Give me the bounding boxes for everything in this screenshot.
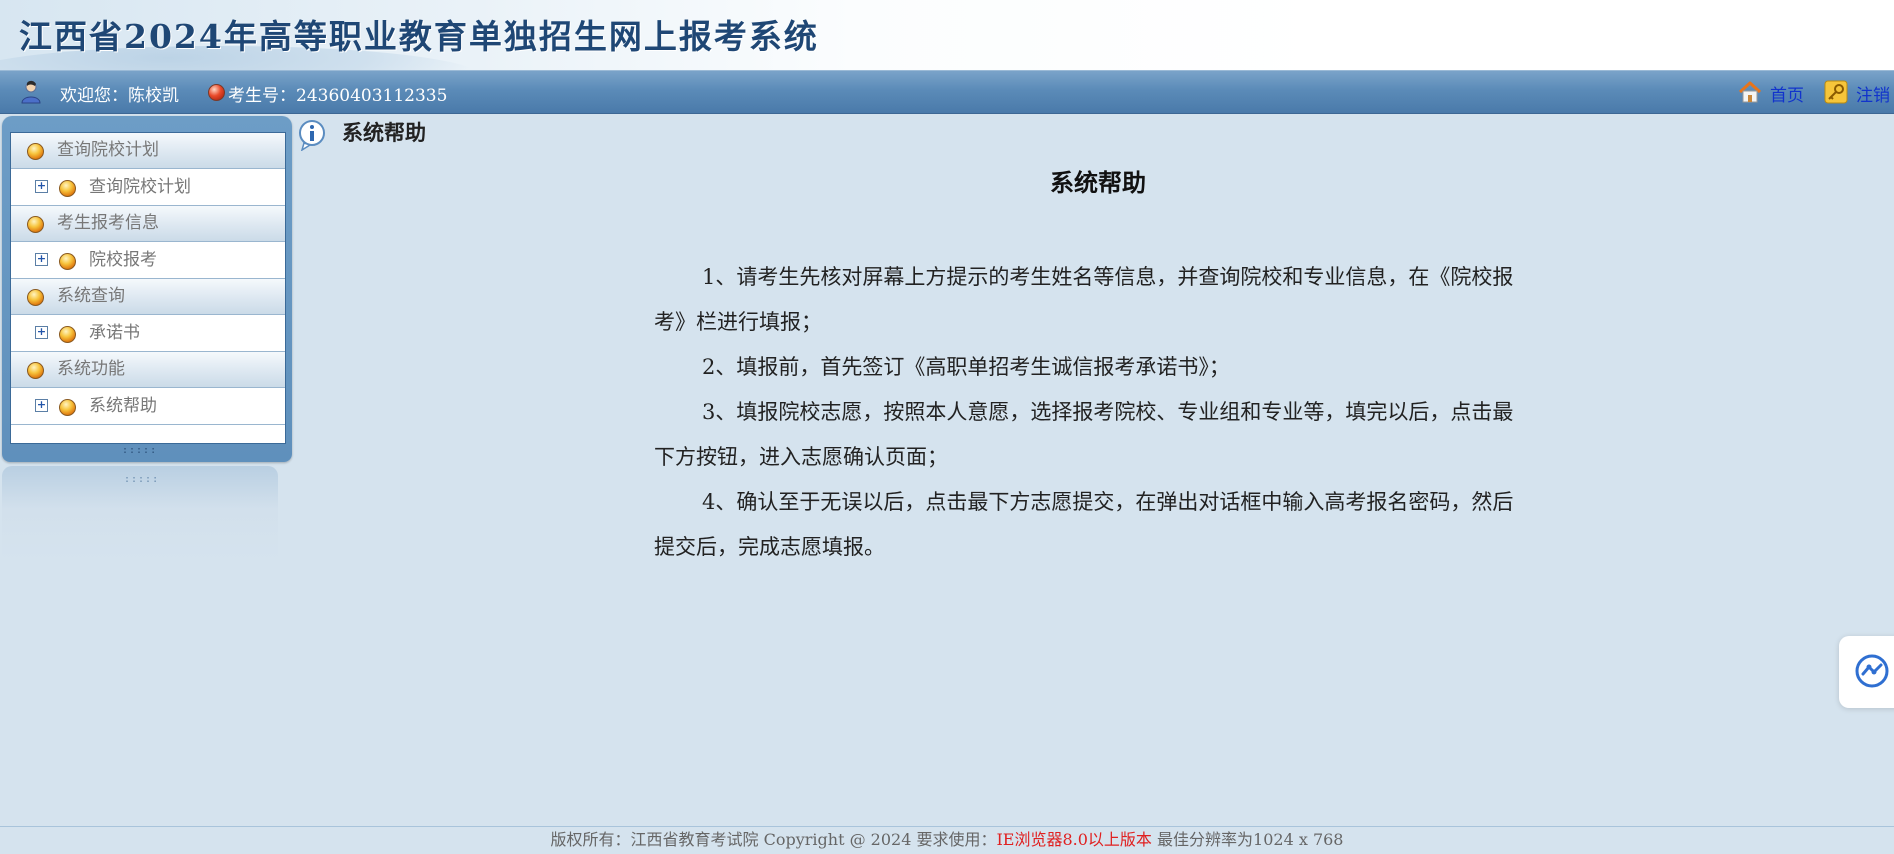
orb-bullet-icon [27,289,44,306]
expand-plus-icon[interactable]: + [35,399,48,412]
sidebar-item-label: 承诺书 [89,323,140,343]
orb-bullet-icon [27,216,44,233]
help-content: 1、请考生先核对屏幕上方提示的考生姓名等信息，并查询院校和专业信息，在《院校报考… [654,255,1534,570]
orb-bullet-icon [27,362,44,379]
footer-resolution: 最佳分辨率为1024 x 768 [1151,830,1344,849]
sidebar-resize-grip[interactable]: ::::: [122,446,156,456]
orb-bullet-icon [59,180,76,197]
logout-key-icon[interactable] [1824,80,1848,104]
welcome-text: 欢迎您：陈校凯 [60,86,179,106]
home-link[interactable]: 首页 [1770,81,1804,106]
orb-bullet-icon [27,143,44,160]
sidebar-menu: 查询院校计划 + 查询院校计划 考生报考信息 + 院校报考 系统查询 + 承诺书 [10,132,286,444]
menu-group-system-functions[interactable]: 系统功能 [11,352,285,388]
footer-browser-requirement: IE浏览器8.0以上版本 [996,830,1152,849]
footer-copyright: 版权所有：江西省教育考试院 Copyright @ 2024 要求使用： [550,830,997,849]
menu-group-applicant-info[interactable]: 考生报考信息 [11,206,285,242]
menu-group-label: 系统功能 [57,359,125,379]
exam-id-icon [208,84,225,101]
section-title: 系统帮助 [342,120,426,145]
sidebar-panel: 查询院校计划 + 查询院校计划 考生报考信息 + 院校报考 系统查询 + 承诺书 [2,116,292,462]
sidebar-item-query-plan[interactable]: + 查询院校计划 [11,169,285,206]
expand-plus-icon[interactable]: + [35,253,48,266]
sidebar-item-school-application[interactable]: + 院校报考 [11,242,285,279]
info-help-icon [299,120,325,151]
logout-link[interactable]: 注销 [1856,81,1890,106]
sidebar-item-pledge[interactable]: + 承诺书 [11,315,285,352]
reflection-grip: ::::: [124,474,160,485]
help-paragraph: 1、请考生先核对屏幕上方提示的考生姓名等信息，并查询院校和专业信息，在《院校报考… [654,265,1514,334]
home-icon[interactable] [1738,80,1762,104]
menu-group-label: 查询院校计划 [57,140,159,160]
user-icon [21,80,41,104]
footer: 版权所有：江西省教育考试院 Copyright @ 2024 要求使用：IE浏览… [0,826,1894,854]
orb-bullet-icon [59,253,76,270]
sidebar-reflection: ::::: [2,466,278,562]
expand-plus-icon[interactable]: + [35,180,48,193]
menu-group-label: 考生报考信息 [57,213,159,233]
assistant-float-button[interactable] [1839,636,1894,708]
exam-number: 考生号：24360403112335 [228,86,448,106]
menu-group-label: 系统查询 [57,286,125,306]
orb-bullet-icon [59,399,76,416]
sidebar-item-label: 系统帮助 [89,396,157,416]
help-paragraph: 2、填报前，首先签订《高职单招考生诚信报考承诺书》； [702,355,1230,379]
menu-group-query-plan[interactable]: 查询院校计划 [11,133,285,169]
expand-plus-icon[interactable]: + [35,326,48,339]
sidebar-item-system-help[interactable]: + 系统帮助 [11,388,285,425]
help-paragraph: 3、填报院校志愿，按照本人意愿，选择报考院校、专业组和专业等，填完以后，点击最下… [654,400,1514,469]
help-paragraph: 4、确认至于无误以后，点击最下方志愿提交，在弹出对话框中输入高考报名密码，然后提… [654,490,1514,559]
sidebar-item-label: 院校报考 [89,250,157,270]
orb-bullet-icon [59,326,76,343]
user-info-bar: 欢迎您：陈校凯 考生号：24360403112335 首页 注销 [0,70,1894,114]
system-title: 江西省2024年高等职业教育单独招生网上报考系统 [19,17,819,56]
sidebar-item-label: 查询院校计划 [89,177,191,197]
assistant-float-icon [1855,654,1889,688]
document-title: 系统帮助 [1050,168,1146,197]
menu-group-system-query[interactable]: 系统查询 [11,279,285,315]
header-banner: 江西省2024年高等职业教育单独招生网上报考系统 [0,0,1894,70]
